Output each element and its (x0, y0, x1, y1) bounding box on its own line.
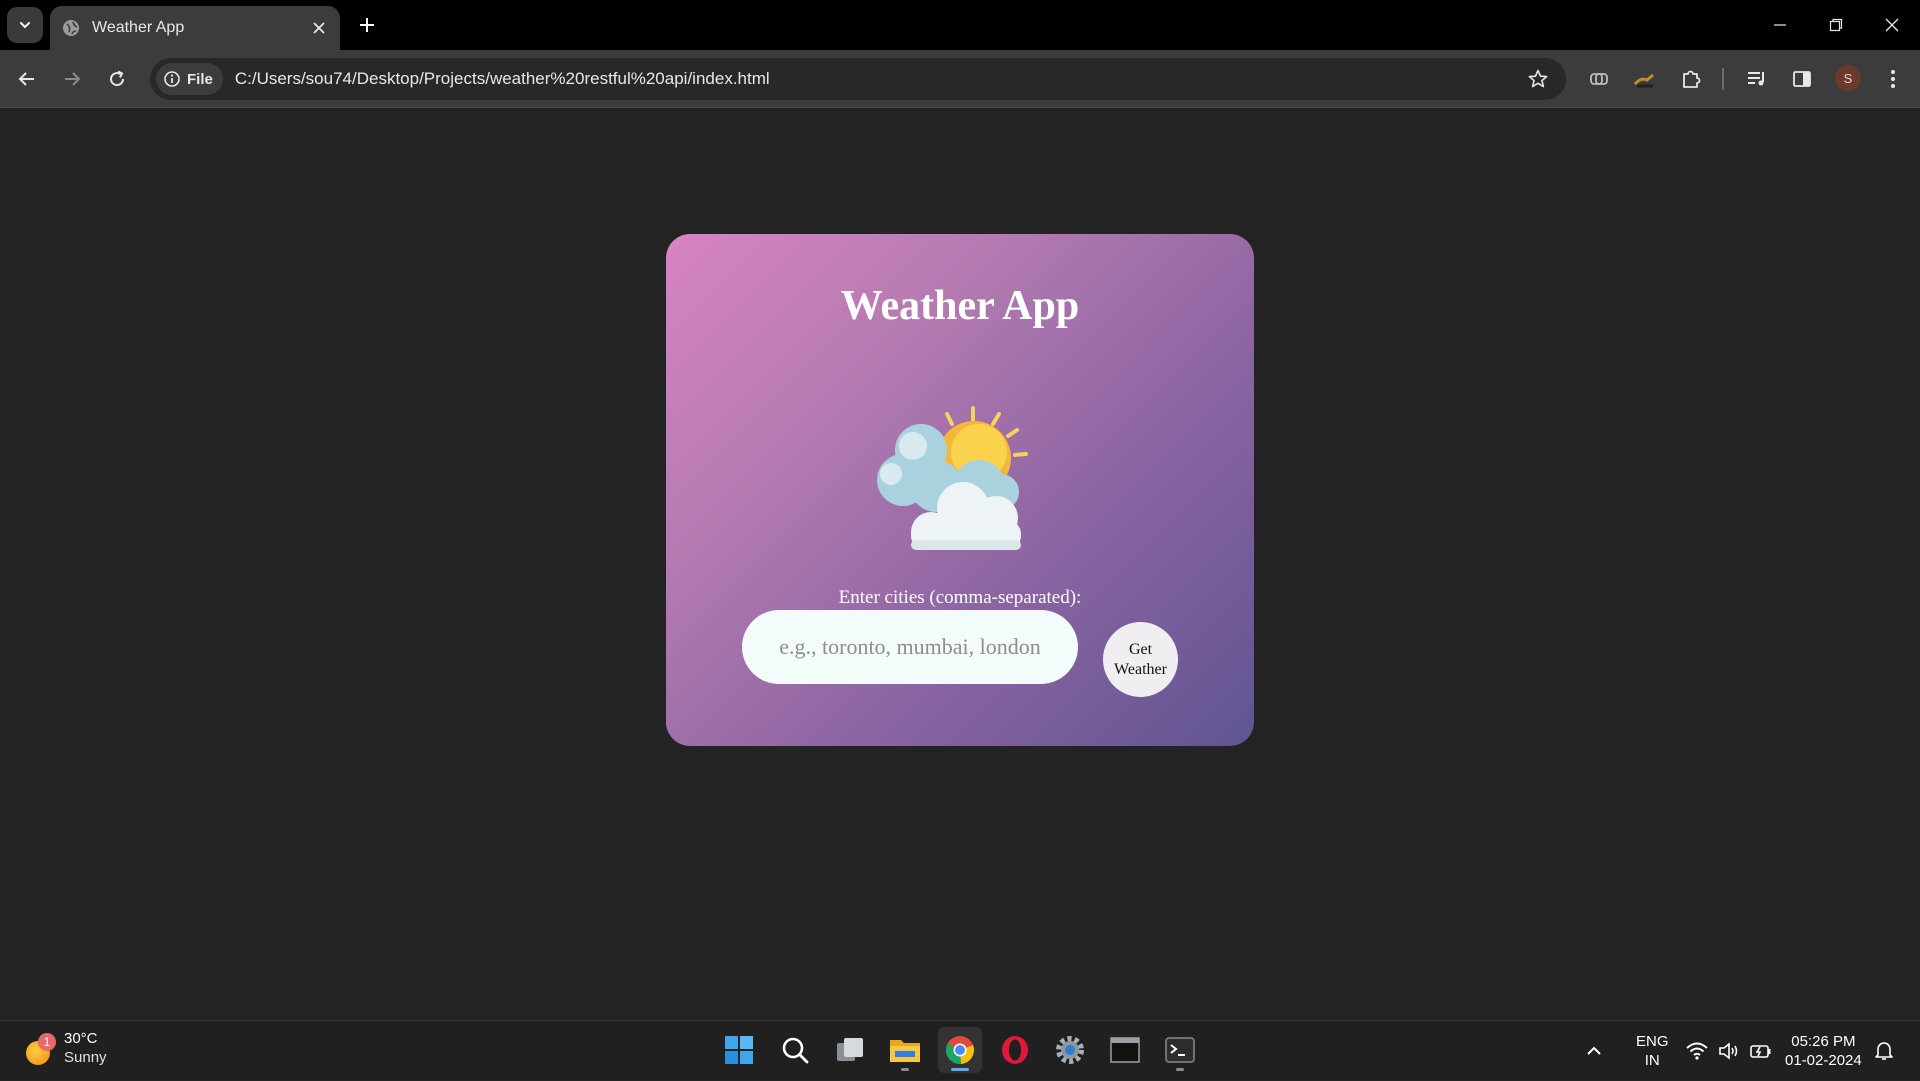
weather-card: Weather App Enter cities (comma-separate… (666, 234, 1254, 746)
bell-icon (1875, 1042, 1893, 1060)
reload-icon (110, 70, 125, 87)
media-controls-button[interactable] (1739, 62, 1775, 96)
profile-avatar[interactable]: S (1835, 65, 1861, 91)
opera-taskbar-button[interactable] (993, 1027, 1037, 1073)
system-tray-status[interactable] (1686, 1021, 1772, 1081)
chevron-up-icon (1587, 1046, 1601, 1055)
toolbar-separator (1722, 68, 1724, 90)
wifi-icon (1686, 1042, 1708, 1060)
weather-widget[interactable]: 1 30°C Sunny (24, 1029, 107, 1067)
sun-behind-cloud-icon (877, 406, 1028, 550)
windows-taskbar: 1 30°C Sunny ENG IN 05:26 PM 01-02-2024 (0, 1020, 1920, 1080)
site-chip-label: File (187, 70, 213, 88)
site-info-chip[interactable]: File (156, 63, 223, 95)
clock-date: 01-02-2024 (1785, 1052, 1862, 1069)
extension-tool-button[interactable] (1627, 62, 1663, 96)
get-weather-button[interactable]: Get Weather (1103, 622, 1178, 697)
file-explorer-button[interactable] (883, 1027, 927, 1073)
folder-icon (890, 1040, 920, 1062)
minimize-button[interactable] (1752, 0, 1808, 50)
language-region: IN (1644, 1052, 1660, 1069)
search-icon (782, 1037, 809, 1064)
opera-icon (1002, 1036, 1028, 1064)
bookmark-button[interactable] (1518, 59, 1558, 99)
language-indicator[interactable]: ENG IN (1636, 1021, 1669, 1081)
more-vertical-icon (1891, 70, 1895, 88)
window-controls (1752, 0, 1920, 50)
info-icon (164, 71, 180, 87)
sync-extension-icon (1590, 73, 1608, 85)
notifications-button[interactable] (1875, 1021, 1893, 1081)
back-button[interactable] (10, 62, 44, 96)
clock-time: 05:26 PM (1791, 1033, 1856, 1050)
language-code: ENG (1636, 1033, 1669, 1050)
chrome-icon (945, 1036, 975, 1065)
extension-tool-icon (1633, 73, 1654, 88)
extensions-button[interactable] (1673, 62, 1709, 96)
browser-tab-active[interactable]: Weather App (50, 6, 340, 50)
close-tab-icon[interactable] (308, 17, 330, 39)
plus-icon (360, 18, 374, 32)
extension-sync-button[interactable] (1581, 62, 1617, 96)
arrow-right-icon (65, 72, 81, 86)
close-window-button[interactable] (1864, 0, 1920, 50)
windows-logo-icon (725, 1036, 753, 1064)
new-tab-button[interactable] (352, 10, 382, 40)
browser-tab-strip: Weather App (0, 0, 1920, 50)
tab-title: Weather App (92, 19, 185, 36)
chevron-down-icon (20, 22, 30, 29)
gear-icon (1056, 1036, 1084, 1064)
media-queue-icon (1748, 72, 1764, 86)
browser-toolbar: File C:/Users/sou74/Desktop/Projects/wea… (0, 50, 1920, 108)
weather-condition: Sunny (64, 1049, 107, 1066)
globe-icon (62, 19, 80, 37)
url-text[interactable]: C:/Users/sou74/Desktop/Projects/weather%… (235, 69, 1518, 89)
terminal-taskbar-button[interactable] (1158, 1027, 1202, 1073)
show-hidden-icons-button[interactable] (1586, 1021, 1602, 1081)
clock[interactable]: 05:26 PM 01-02-2024 (1785, 1021, 1862, 1081)
star-icon (1528, 69, 1548, 88)
start-button[interactable] (717, 1027, 761, 1073)
volume-icon (1719, 1042, 1738, 1060)
puzzle-icon (1683, 70, 1701, 88)
sun-icon: 1 (24, 1033, 56, 1065)
restore-button[interactable] (1808, 0, 1864, 50)
tab-search-button[interactable] (7, 7, 43, 43)
restore-icon (1829, 18, 1843, 32)
minimize-icon (1774, 24, 1786, 26)
side-panel-icon (1793, 71, 1811, 87)
taskbar-search-button[interactable] (773, 1027, 817, 1073)
page-title: Weather App (840, 283, 1080, 329)
command-prompt-taskbar-button[interactable] (1103, 1027, 1147, 1073)
terminal-icon (1165, 1037, 1195, 1063)
browser-menu-button[interactable] (1875, 62, 1911, 96)
chrome-taskbar-button[interactable] (938, 1027, 982, 1073)
close-icon (1885, 18, 1899, 32)
notification-badge: 1 (38, 1033, 56, 1051)
reload-button[interactable] (100, 62, 134, 96)
battery-charging-icon (1750, 1045, 1771, 1058)
arrow-left-icon (18, 72, 34, 86)
weather-temperature: 30°C (64, 1030, 98, 1047)
terminal-window-icon (1110, 1037, 1140, 1063)
address-bar[interactable]: File C:/Users/sou74/Desktop/Projects/wea… (150, 58, 1566, 100)
cities-input-label: Enter cities (comma-separated): (838, 587, 1082, 608)
forward-button[interactable] (55, 62, 89, 96)
cities-search-input[interactable] (742, 610, 1078, 684)
task-view-button[interactable] (828, 1027, 872, 1073)
settings-taskbar-button[interactable] (1048, 1027, 1092, 1073)
side-panel-button[interactable] (1784, 62, 1820, 96)
task-view-icon (837, 1038, 863, 1061)
